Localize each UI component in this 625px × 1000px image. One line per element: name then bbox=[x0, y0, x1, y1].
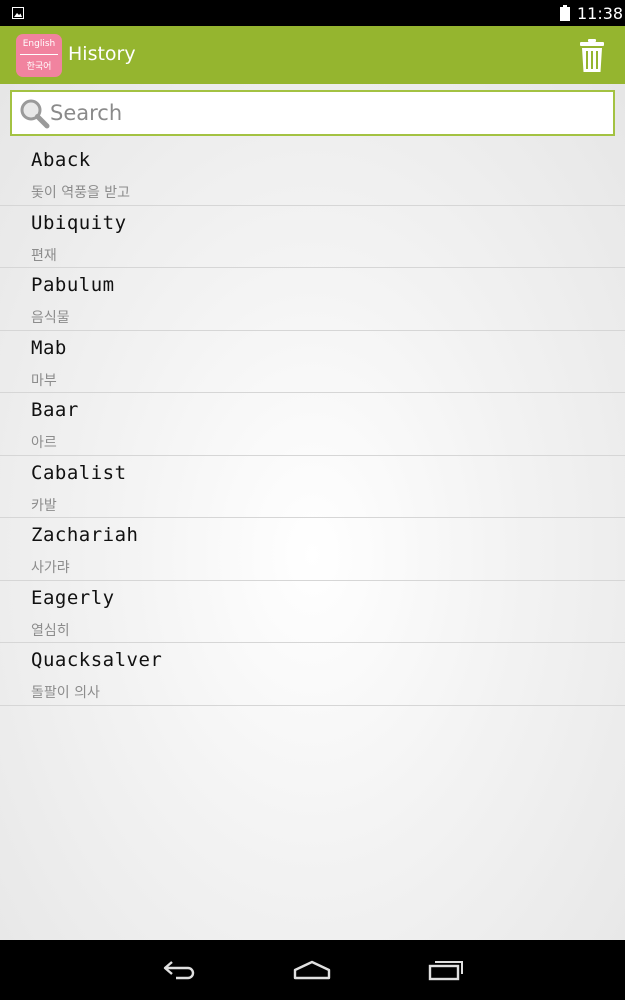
history-word: Ubiquity bbox=[31, 211, 127, 234]
trash-icon bbox=[580, 39, 604, 72]
history-word: Zachariah bbox=[31, 524, 139, 546]
content-area: Aback 돛이 역풍을 받고 Ubiquity 편재 Pabulum 음식물 Mab 마부 B… bbox=[0, 84, 625, 940]
history-item[interactable]: Ubiquity 편재 bbox=[0, 206, 625, 268]
logo-english-label: English bbox=[22, 39, 56, 49]
history-meaning: 마부 bbox=[31, 372, 57, 389]
status-bar: 11:38 bbox=[0, 0, 625, 26]
recents-button[interactable] bbox=[426, 954, 466, 986]
history-word: Cabalist bbox=[31, 461, 127, 484]
home-button[interactable] bbox=[292, 954, 332, 986]
search-box[interactable] bbox=[10, 90, 615, 136]
search-icon bbox=[20, 99, 50, 129]
history-item[interactable]: Eagerly 열심히 bbox=[0, 581, 625, 643]
history-item[interactable]: Quacksalver 돌팔이 의사 bbox=[0, 643, 625, 706]
status-clock: 11:38 bbox=[577, 4, 624, 23]
history-item[interactable]: Baar 아르 bbox=[0, 393, 625, 456]
history-meaning: 돛이 역풍을 받고 bbox=[31, 185, 131, 201]
logo-korean-label: 한국어 bbox=[26, 62, 52, 72]
battery-icon bbox=[560, 5, 570, 21]
history-meaning: 음식물 bbox=[31, 310, 70, 326]
search-input[interactable] bbox=[50, 96, 610, 130]
history-meaning: 아르 bbox=[31, 435, 57, 451]
history-word: Aback bbox=[31, 149, 91, 171]
history-meaning: 돌팔이 의사 bbox=[31, 685, 100, 701]
history-meaning: 카발 bbox=[31, 497, 57, 514]
history-word: Eagerly bbox=[31, 586, 115, 609]
navigation-bar bbox=[0, 940, 625, 1000]
page-title: History bbox=[68, 43, 136, 65]
clear-history-button[interactable] bbox=[572, 36, 612, 76]
history-meaning: 편재 bbox=[31, 247, 57, 264]
history-word: Quacksalver bbox=[31, 649, 163, 671]
history-word: Mab bbox=[31, 336, 67, 359]
recents-icon bbox=[428, 961, 463, 981]
history-word: Baar bbox=[31, 399, 79, 421]
history-list: Aback 돛이 역풍을 받고 Ubiquity 편재 Pabulum 음식물 Mab 마부 B… bbox=[0, 143, 625, 706]
history-word: Pabulum bbox=[31, 274, 115, 296]
history-meaning: 열심히 bbox=[31, 622, 70, 639]
history-item[interactable]: Zachariah 사가랴 bbox=[0, 518, 625, 581]
history-item[interactable]: Cabalist 카발 bbox=[0, 456, 625, 518]
app-bar: English 한국어 History bbox=[0, 26, 625, 84]
history-meaning: 사가랴 bbox=[31, 560, 70, 576]
history-item[interactable]: Pabulum 음식물 bbox=[0, 268, 625, 331]
app-logo[interactable]: English 한국어 bbox=[16, 34, 62, 77]
logo-divider bbox=[20, 54, 58, 55]
history-item[interactable]: Mab 마부 bbox=[0, 331, 625, 393]
home-icon bbox=[293, 960, 331, 980]
notification-image-icon bbox=[12, 7, 24, 19]
back-icon bbox=[163, 961, 195, 980]
back-button[interactable] bbox=[160, 954, 200, 986]
history-item[interactable]: Aback 돛이 역풍을 받고 bbox=[0, 143, 625, 206]
